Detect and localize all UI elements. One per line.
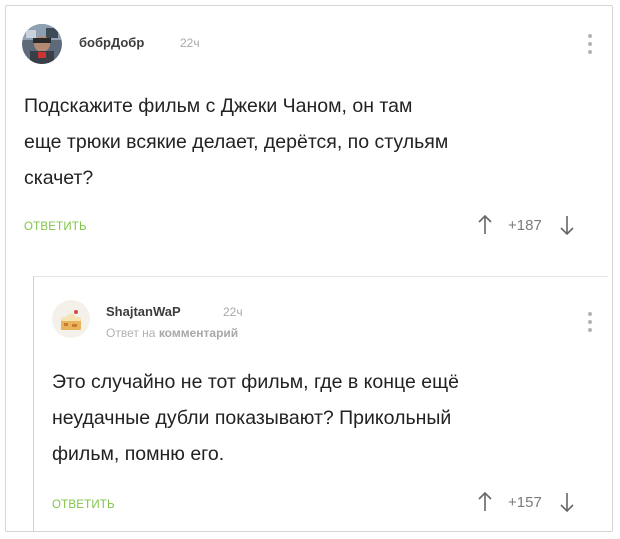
comment-text-line: еще трюки всякие делает, дерётся, по сту… — [24, 131, 449, 153]
comment-text-line: скачет? — [24, 167, 94, 189]
reply-time: 22ч — [223, 305, 243, 319]
reply-text-line: фильм, помню его. — [52, 443, 225, 465]
cake-avatar-icon — [52, 300, 90, 338]
reply-text-line: неудачные дубли показывают? Прикольный — [52, 407, 452, 429]
reply-avatar[interactable] — [52, 300, 90, 338]
comment-author[interactable]: бобрДобр — [79, 35, 144, 50]
reply-button[interactable]: ОТВЕТИТЬ — [52, 499, 115, 511]
reply-reference-link[interactable]: комментарий — [159, 326, 238, 340]
reply-author[interactable]: ShajtanWaP — [106, 304, 181, 319]
reply-text: Это случайно не тот фильм, где в конце е… — [52, 364, 459, 472]
reply-text-line: Это случайно не тот фильм, где в конце е… — [52, 371, 459, 393]
comment-rating: +187 — [478, 215, 574, 235]
reply-reference: Ответ на комментарий — [106, 326, 238, 340]
comment-text: Подскажите фильм с Джеки Чаном, он там е… — [24, 88, 448, 196]
user-photo-avatar-icon — [22, 24, 62, 64]
comment-text-line: Подскажите фильм с Джеки Чаном, он там — [24, 95, 413, 117]
downvote-arrow-icon[interactable] — [560, 215, 574, 235]
reply-score: +157 — [508, 493, 542, 511]
reply-reference-prefix: Ответ на — [106, 326, 156, 340]
user-avatar[interactable] — [22, 24, 62, 64]
upvote-arrow-icon[interactable] — [478, 215, 492, 235]
reply-rating: +157 — [478, 492, 574, 512]
upvote-arrow-icon[interactable] — [478, 492, 492, 512]
comment-score: +187 — [508, 216, 542, 234]
downvote-arrow-icon[interactable] — [560, 492, 574, 512]
reply-button[interactable]: ОТВЕТИТЬ — [24, 221, 87, 233]
comment-time: 22ч — [180, 36, 200, 50]
more-vertical-icon[interactable] — [587, 34, 593, 54]
more-vertical-icon[interactable] — [587, 312, 593, 332]
